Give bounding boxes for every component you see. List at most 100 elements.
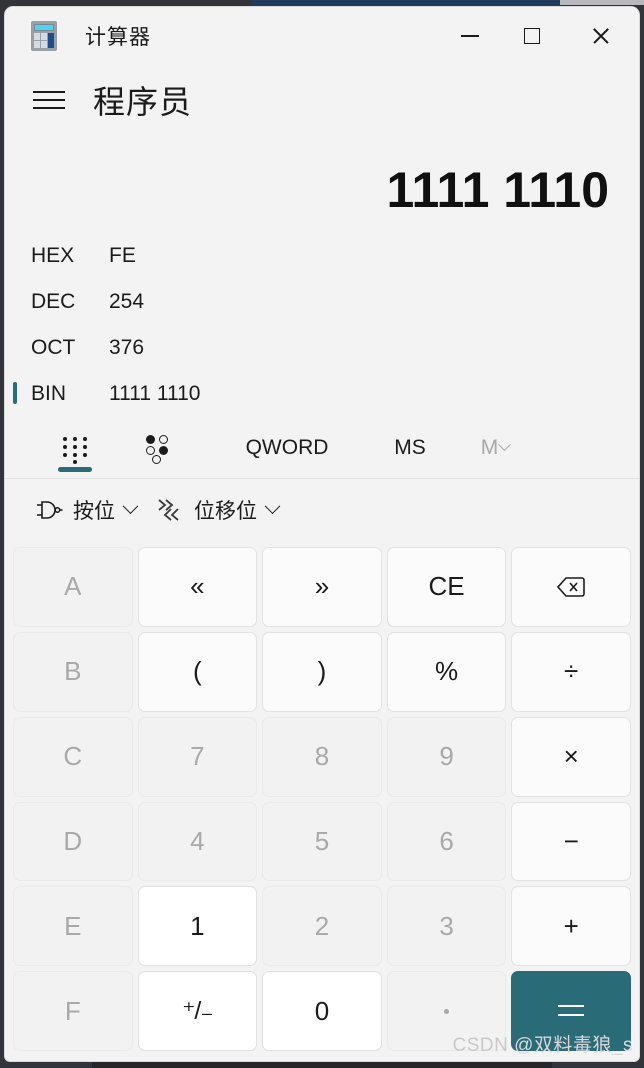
bitshift-label: 位移位	[194, 500, 257, 523]
key-c[interactable]: C	[13, 716, 133, 797]
radix-row-dec[interactable]: DEC 254	[31, 279, 613, 325]
key-clear-entry[interactable]: CE	[386, 547, 507, 627]
radix-label: BIN	[31, 382, 67, 405]
key-b[interactable]: B	[13, 631, 133, 712]
radix-row-bin[interactable]: BIN 1111 1110	[13, 371, 613, 417]
display-area: 1111 1110 HEX FE DEC 254 OCT 376 BIN 111…	[5, 135, 639, 417]
key-add[interactable]: +	[511, 886, 631, 967]
key-equals[interactable]	[511, 971, 631, 1051]
bit-shift-icon	[158, 499, 179, 521]
window-controls	[439, 7, 639, 65]
key-label: A	[64, 571, 82, 602]
radix-value: 1111 1110	[109, 382, 201, 405]
key-multiply[interactable]: ×	[511, 716, 631, 797]
key-divide[interactable]: ÷	[511, 631, 631, 712]
key-9[interactable]: 9	[386, 716, 507, 797]
key-0[interactable]: 0	[262, 971, 382, 1051]
key-label: B	[64, 656, 82, 687]
radix-value: 254	[109, 290, 145, 313]
radix-row-oct[interactable]: OCT 376	[31, 325, 613, 371]
key-label: 2	[314, 910, 330, 941]
logic-gate-icon	[37, 501, 63, 519]
page-title: 程序员	[93, 84, 193, 120]
key-plus-minus[interactable]: ⁺/₋	[137, 971, 258, 1051]
calculator-icon-screen	[34, 24, 54, 31]
key-percent[interactable]: %	[386, 631, 507, 712]
key-7[interactable]: 7	[137, 716, 258, 797]
memory-label: M	[480, 435, 499, 459]
key-label: )	[317, 656, 327, 687]
dot-icon	[444, 1008, 450, 1014]
key-shift-left[interactable]: «	[137, 547, 258, 627]
minimize-icon	[461, 35, 479, 37]
key-decimal[interactable]	[386, 971, 507, 1051]
tab-active-underline	[58, 467, 92, 472]
key-label: 5	[314, 825, 330, 856]
mode-header: 程序员	[5, 65, 639, 135]
key-e[interactable]: E	[13, 886, 133, 967]
desktop-background: 计算器 程序员 1111 1110 HEX FE DEC 254 OCT 376…	[0, 0, 644, 1068]
word-size-button[interactable]: QWORD	[207, 417, 367, 478]
key-d[interactable]: D	[13, 801, 133, 882]
key-shift-right[interactable]: »	[262, 547, 382, 627]
key-5[interactable]: 5	[262, 801, 382, 882]
key-label: E	[64, 910, 82, 941]
chevron-down-icon	[122, 497, 139, 514]
backspace-icon	[557, 577, 585, 597]
key-label: 8	[314, 741, 330, 772]
radix-label: HEX	[31, 244, 75, 267]
key-label: 0	[314, 995, 330, 1026]
radix-list: HEX FE DEC 254 OCT 376 BIN 1111 1110	[13, 227, 613, 417]
key-label: 6	[439, 825, 454, 856]
bitwise-dropdown[interactable]: 按位	[25, 488, 146, 532]
key-backspace[interactable]	[511, 547, 631, 627]
tab-bit-toggle[interactable]	[111, 417, 207, 478]
window-title: 计算器	[85, 26, 151, 49]
chevron-down-icon	[498, 438, 512, 452]
keypad-icon	[62, 434, 88, 464]
minimize-button[interactable]	[439, 7, 501, 65]
keypad-grid: A « » CE B ( ) % ÷ C 7 8 9 × D 4 5 6 − E…	[5, 541, 639, 1061]
key-label: C	[63, 741, 83, 772]
background-strip-top-right	[560, 0, 644, 5]
bitshift-dropdown[interactable]: 位移位	[146, 488, 288, 532]
key-2[interactable]: 2	[262, 886, 382, 967]
key-4[interactable]: 4	[137, 801, 258, 882]
bitwise-label: 按位	[73, 500, 115, 523]
calculator-icon-keys	[34, 33, 54, 48]
key-a[interactable]: A	[13, 547, 133, 627]
key-1[interactable]: 1	[137, 886, 258, 967]
close-button[interactable]	[563, 7, 639, 65]
key-label: ÷	[564, 656, 579, 687]
key-f[interactable]: F	[13, 971, 133, 1051]
memory-dropdown-button[interactable]: M	[453, 417, 537, 478]
hamburger-menu-icon[interactable]	[33, 87, 67, 113]
radix-row-hex[interactable]: HEX FE	[31, 233, 613, 279]
display-toolbar: QWORD MS M	[5, 417, 639, 479]
key-3[interactable]: 3	[386, 886, 507, 967]
radix-label: OCT	[31, 336, 76, 359]
tab-keypad[interactable]	[39, 417, 111, 478]
radix-active-indicator	[13, 382, 17, 404]
key-8[interactable]: 8	[262, 716, 382, 797]
key-6[interactable]: 6	[386, 801, 507, 882]
key-label: ⁺/₋	[182, 997, 213, 1026]
close-icon	[591, 26, 611, 46]
memory-store-button[interactable]: MS	[367, 417, 453, 478]
key-label: CE	[428, 571, 465, 602]
key-subtract[interactable]: −	[511, 801, 631, 882]
calculator-icon	[31, 21, 57, 51]
key-label: 4	[190, 825, 205, 856]
maximize-button[interactable]	[501, 7, 563, 65]
key-close-paren[interactable]: )	[262, 631, 382, 712]
memory-store-label: MS	[394, 435, 426, 459]
key-open-paren[interactable]: (	[137, 631, 258, 712]
key-label: −	[563, 825, 579, 856]
bit-toggle-icon	[144, 433, 174, 464]
key-label: F	[64, 995, 81, 1026]
key-label: 3	[439, 910, 454, 941]
equals-icon	[558, 1005, 585, 1017]
chevron-down-icon	[264, 497, 281, 514]
key-label: «	[190, 571, 205, 602]
radix-value: FE	[109, 244, 136, 267]
